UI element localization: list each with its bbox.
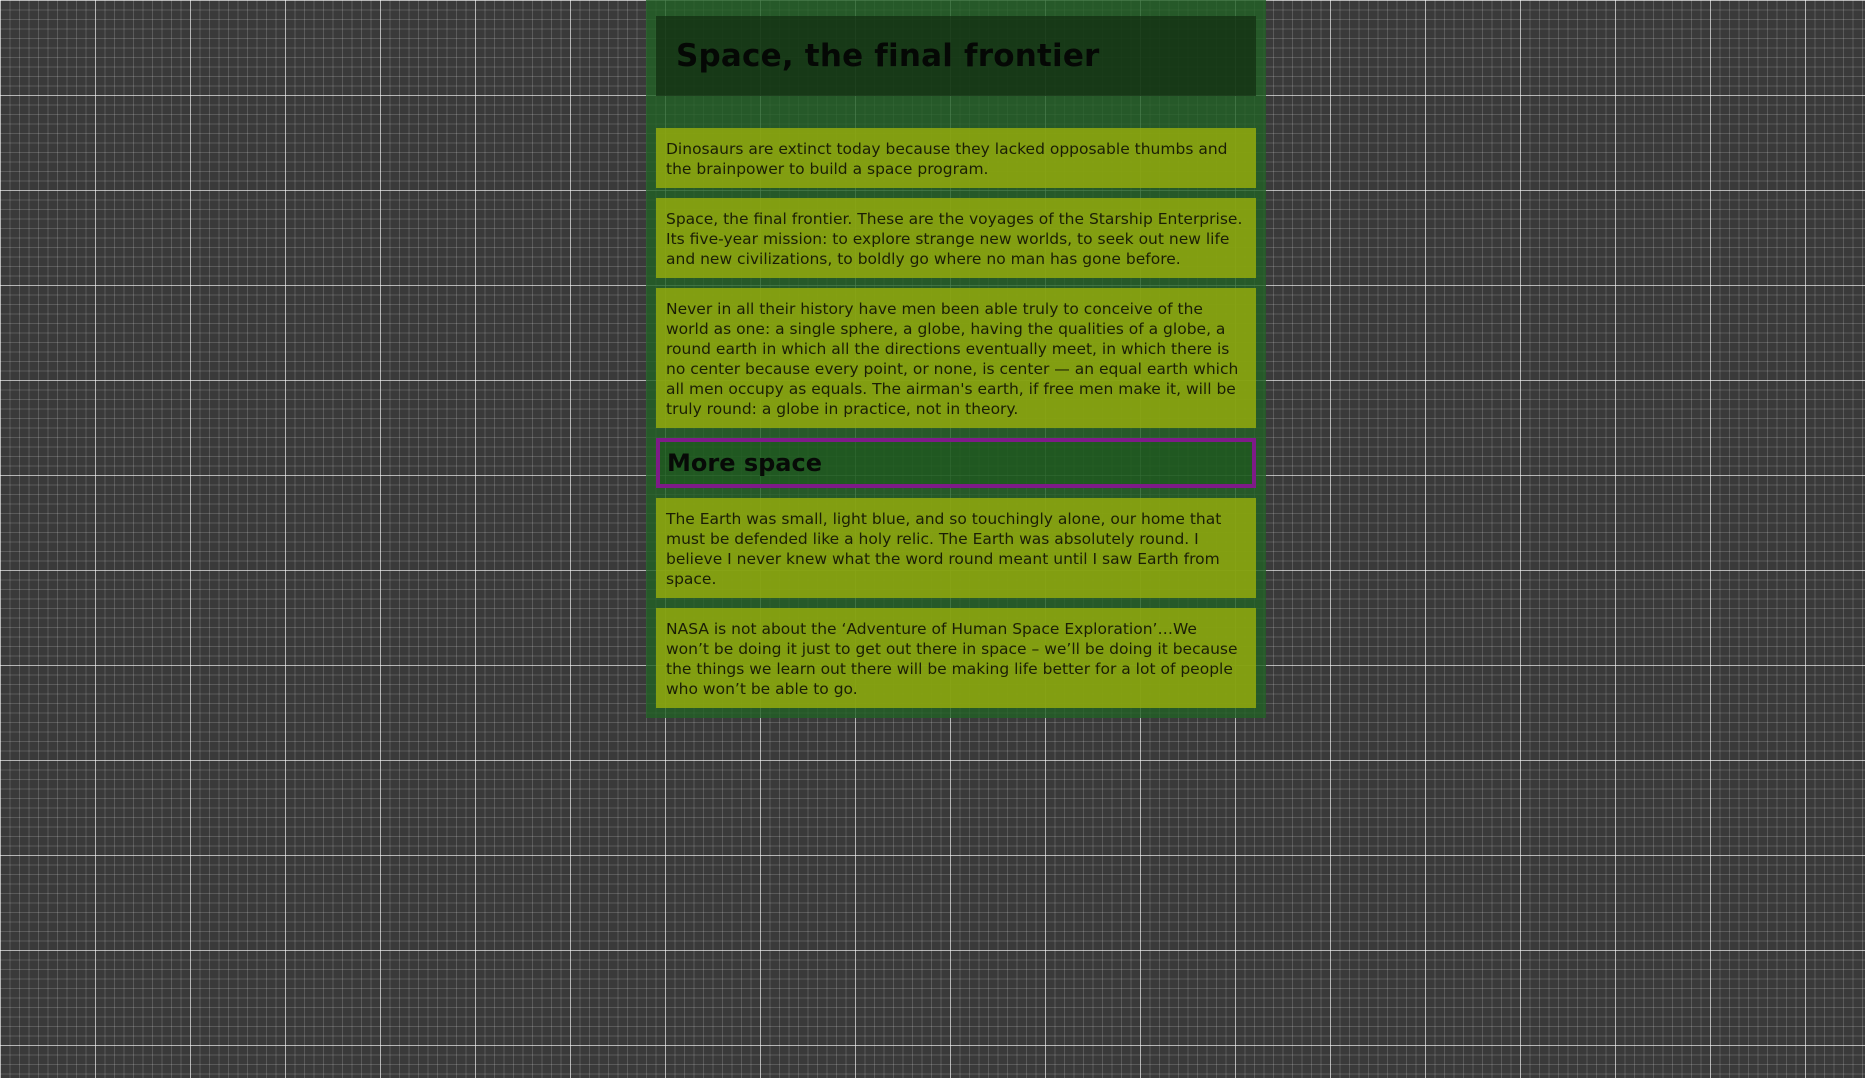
page-header: Space, the final frontier	[656, 16, 1256, 96]
paragraph-card-5: NASA is not about the ‘Adventure of Huma…	[656, 608, 1256, 708]
paragraph-card-2: Space, the final frontier. These are the…	[656, 198, 1256, 278]
page-title: Space, the final frontier	[676, 38, 1100, 74]
section-heading: More space	[667, 449, 823, 477]
header-spacer	[656, 96, 1256, 128]
content-column: Space, the final frontier Dinosaurs are …	[646, 0, 1266, 718]
paragraph-card-3: Never in all their history have men been…	[656, 288, 1256, 428]
paragraph-card-1: Dinosaurs are extinct today because they…	[656, 128, 1256, 188]
paragraph-card-4: The Earth was small, light blue, and so …	[656, 498, 1256, 598]
section-heading-box: More space	[656, 438, 1256, 488]
